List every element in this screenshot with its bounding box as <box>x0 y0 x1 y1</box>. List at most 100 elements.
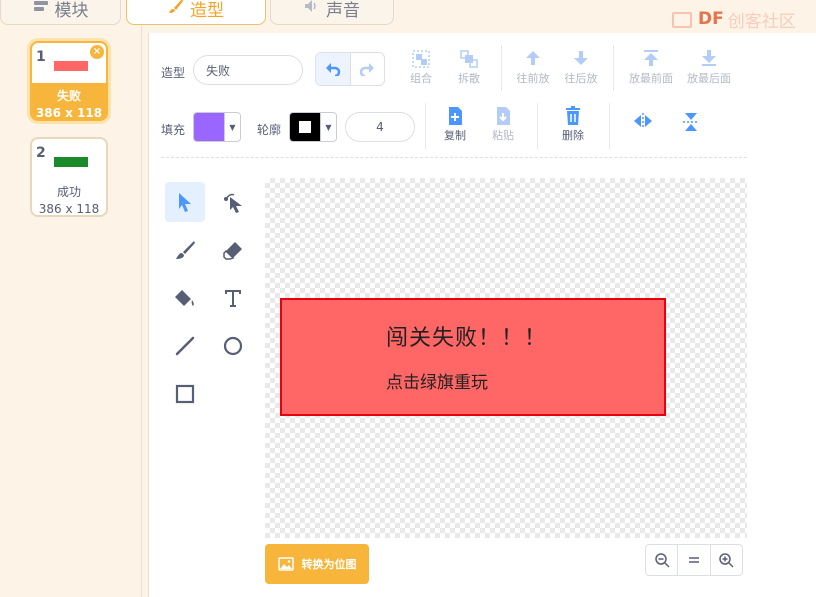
paste-label: 粘贴 <box>492 129 514 142</box>
costume-list: 1 失败 386 x 118 × 2 成功 386 x 118 <box>0 26 142 597</box>
forward-label: 往前放 <box>516 72 550 85</box>
ungroup-button[interactable]: 拆散 <box>445 48 493 86</box>
costume-name: 成功 <box>56 185 81 199</box>
reshape-tool[interactable] <box>213 182 253 222</box>
eraser-tool[interactable] <box>213 230 253 270</box>
zoom-out-icon <box>654 553 670 568</box>
costume-item-1[interactable]: 1 失败 386 x 118 × <box>30 41 108 121</box>
tab-sounds[interactable]: 声音 <box>270 0 394 25</box>
zoom-out-button[interactable] <box>646 545 677 575</box>
front-label: 放最前面 <box>629 72 673 85</box>
speaker-icon <box>304 0 320 17</box>
fill-color-picker[interactable]: ▼ <box>193 112 241 142</box>
zoom-in-icon <box>719 553 734 568</box>
costume-number: 2 <box>36 145 46 161</box>
tab-blocks-label: 模块 <box>54 0 89 21</box>
brush-icon <box>168 0 184 18</box>
divider <box>613 45 614 91</box>
group-label: 组合 <box>410 72 432 85</box>
ungroup-label: 拆散 <box>458 72 480 85</box>
brand-sub: 创客社区 <box>727 11 796 32</box>
image-icon <box>277 557 294 571</box>
redo-button[interactable] <box>351 53 385 85</box>
chevron-down-icon: ▼ <box>320 113 336 141</box>
copy-label: 复制 <box>444 129 466 142</box>
backward-button[interactable]: 往后放 <box>557 48 605 86</box>
fill-tool[interactable] <box>165 278 205 318</box>
front-button[interactable]: 放最前面 <box>623 48 679 86</box>
select-tool[interactable] <box>165 182 205 222</box>
ungroup-icon <box>445 48 493 70</box>
drawing-canvas[interactable]: 闯关失败！！！ 点击绿旗重玩 <box>265 178 747 538</box>
tab-blocks[interactable]: 模块 <box>0 0 121 25</box>
group-button[interactable]: 组合 <box>397 48 445 86</box>
paintbrush-icon <box>176 241 195 259</box>
paint-bucket-icon <box>175 290 194 306</box>
flip-horizontal-button[interactable] <box>619 111 667 133</box>
flip-vertical-button[interactable] <box>667 111 715 133</box>
delete-button[interactable]: 删除 <box>549 105 597 143</box>
outline-width-input[interactable]: 4 <box>345 112 415 142</box>
brand-df: DF <box>698 9 724 29</box>
sprite-title-text: 闯关失败！！！ <box>386 326 548 351</box>
line-tool[interactable] <box>165 326 205 366</box>
costume-thumbnail <box>54 157 88 167</box>
costume-item-2[interactable]: 2 成功 386 x 118 <box>30 137 108 217</box>
paste-button[interactable]: 粘贴 <box>479 105 527 143</box>
eraser-icon <box>223 242 242 260</box>
delete-label: 删除 <box>562 129 584 142</box>
circle-icon <box>223 336 243 356</box>
delete-costume-icon[interactable]: × <box>90 45 104 59</box>
convert-to-bitmap-button[interactable]: 转换为位图 <box>265 544 369 584</box>
arrow-pointer-icon <box>179 193 191 212</box>
undo-redo-group <box>315 52 385 86</box>
zoom-reset-button[interactable] <box>677 545 709 575</box>
brand-logo: DF 创客社区 <box>668 8 796 32</box>
back-button[interactable]: 放最后面 <box>681 48 737 86</box>
circle-tool[interactable] <box>213 326 253 366</box>
paint-editor: 造型 失败 组合 拆散 往前放 往后放 放最前面 放最后面 填充 ▼ 轮廓 ▼ … <box>148 33 816 597</box>
divider <box>425 103 426 149</box>
costume-name-input[interactable]: 失败 <box>193 55 303 85</box>
arrow-down-icon <box>557 48 605 70</box>
rectangle-icon <box>175 384 195 404</box>
house-icon <box>668 8 694 30</box>
flip-vertical-icon <box>667 111 715 133</box>
divider <box>609 103 610 149</box>
copy-button[interactable]: 复制 <box>431 105 479 143</box>
rectangle-tool[interactable] <box>165 374 205 414</box>
divider <box>501 45 502 91</box>
text-tool[interactable] <box>213 278 253 318</box>
arrow-bottom-icon <box>681 48 737 70</box>
fill-label: 填充 <box>161 123 186 137</box>
chevron-down-icon: ▼ <box>224 113 240 141</box>
arrow-up-icon <box>509 48 557 70</box>
trash-icon <box>549 105 597 127</box>
backward-label: 往后放 <box>564 72 598 85</box>
blocks-icon <box>33 0 49 16</box>
redo-icon <box>360 63 375 76</box>
forward-button[interactable]: 往前放 <box>509 48 557 86</box>
sprite-rectangle[interactable]: 闯关失败！！！ 点击绿旗重玩 <box>280 298 666 416</box>
brush-tool[interactable] <box>165 230 205 270</box>
arrow-top-icon <box>623 48 679 70</box>
tab-costumes[interactable]: 造型 <box>126 0 266 25</box>
fill-color-swatch <box>194 113 224 141</box>
costume-size: 386 x 118 <box>35 106 103 120</box>
toolbar-divider <box>161 157 747 158</box>
paste-icon <box>479 105 527 127</box>
convert-to-bitmap-label: 转换为位图 <box>301 558 357 571</box>
costume-number: 1 <box>36 49 46 65</box>
toolbar-row-2: 填充 ▼ 轮廓 ▼ 4 复制 粘贴 删除 <box>149 103 816 157</box>
reshape-icon <box>224 193 242 213</box>
costume-name: 失败 <box>56 89 81 103</box>
text-icon <box>225 290 241 307</box>
costume-name-label: 造型 <box>161 66 186 80</box>
zoom-in-button[interactable] <box>709 545 742 575</box>
outline-color-picker[interactable]: ▼ <box>289 112 337 142</box>
undo-button[interactable] <box>316 53 351 85</box>
undo-icon <box>325 63 340 76</box>
back-label: 放最后面 <box>687 72 731 85</box>
costume-size: 386 x 118 <box>38 202 100 216</box>
flip-horizontal-icon <box>619 111 667 133</box>
